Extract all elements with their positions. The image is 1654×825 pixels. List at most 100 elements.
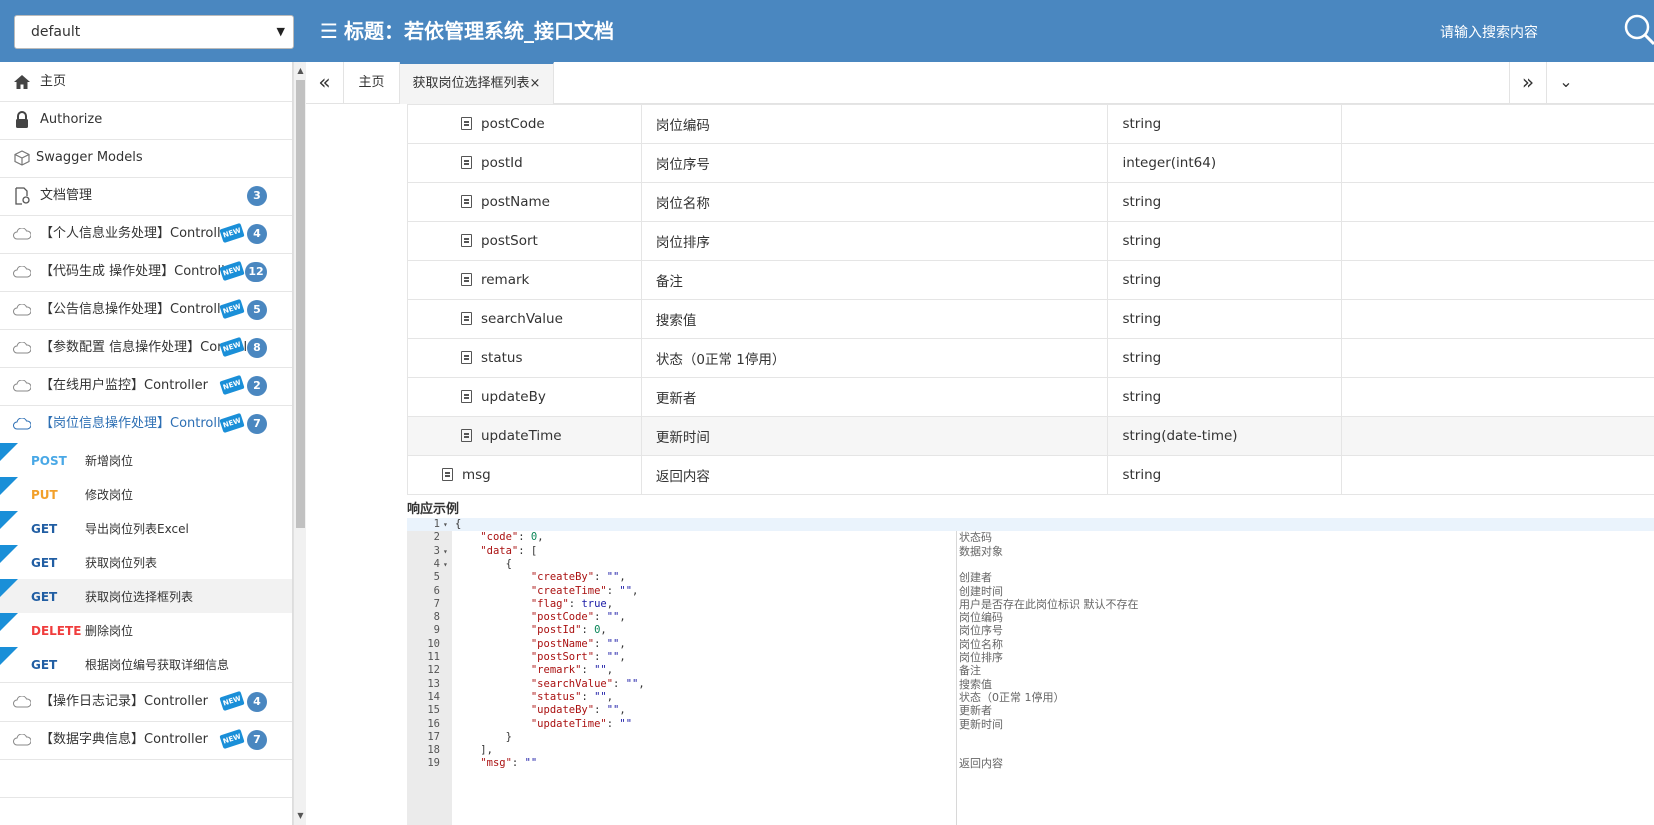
sidebar-item-partial[interactable] bbox=[0, 758, 292, 798]
new-corner bbox=[0, 511, 18, 529]
search-icon[interactable] bbox=[1622, 12, 1654, 46]
sidebar-item-controller[interactable]: 【参数配置 信息操作处理】Controller NEW 8 bbox=[0, 328, 292, 368]
new-corner bbox=[0, 647, 18, 665]
api-item-selected[interactable]: GET 获取岗位选择框列表 bbox=[0, 579, 292, 615]
code-comment: 备注 bbox=[959, 664, 981, 678]
param-type: string bbox=[1107, 104, 1343, 144]
code-comment: 更新者 bbox=[959, 704, 992, 718]
code-comment: 更新时间 bbox=[959, 717, 1003, 731]
table-row: postId 岗位序号 integer(int64) bbox=[407, 143, 1654, 183]
param-name: searchValue bbox=[481, 311, 563, 327]
count-badge: 7 bbox=[247, 414, 267, 434]
api-item[interactable]: PUT 修改岗位 bbox=[0, 477, 292, 513]
sidebar: 主页 Authorize Swagger Models 文档管理 3 【个人信息… bbox=[0, 62, 293, 825]
param-type: string bbox=[1107, 377, 1343, 417]
table-row: postName 岗位名称 string bbox=[407, 182, 1654, 222]
param-desc: 岗位名称 bbox=[640, 182, 1109, 222]
table-row: updateTime 更新时间 string(date-time) bbox=[407, 416, 1654, 456]
param-desc: 状态（0正常 1停用） bbox=[640, 338, 1109, 378]
sidebar-item-controller[interactable]: 【代码生成 操作处理】Controller NEW 12 bbox=[0, 252, 292, 292]
sidebar-item-label: 【个人信息业务处理】Controller bbox=[40, 226, 234, 241]
param-type: integer(int64) bbox=[1107, 143, 1343, 183]
lock-icon bbox=[12, 111, 32, 129]
tab-home[interactable]: 主页 bbox=[344, 62, 400, 104]
tab-menu-icon[interactable]: ⌄ bbox=[1547, 62, 1585, 104]
tab-label: 获取岗位选择框列表 bbox=[412, 76, 530, 91]
api-item[interactable]: DELETE 删除岗位 bbox=[0, 613, 292, 649]
sidebar-item-controller-active[interactable]: 【岗位信息操作处理】Controller NEW 7 bbox=[0, 404, 292, 444]
code-comment: 状态（0正常 1停用） bbox=[959, 690, 1065, 704]
api-desc: 获取岗位列表 bbox=[85, 556, 158, 570]
sidebar-item-label: 【数据字典信息】Controller bbox=[40, 732, 208, 747]
doc-icon bbox=[461, 312, 472, 325]
code-comment: 状态码 bbox=[959, 531, 992, 545]
param-type: string bbox=[1107, 221, 1343, 261]
sidebar-item-controller[interactable]: 【数据字典信息】Controller NEW 7 bbox=[0, 720, 292, 760]
menu-toggle-icon[interactable]: ☰ bbox=[320, 21, 338, 41]
scrollbar-thumb[interactable] bbox=[296, 80, 305, 528]
tab-current[interactable]: 获取岗位选择框列表× bbox=[400, 62, 554, 104]
search-input[interactable]: 请输入搜索内容 bbox=[1440, 24, 1538, 42]
code-viewer[interactable]: 1 ▾{ 2 "code": 0, 状态码 3 ▾ "data": [数据对象 4 ▾ … bbox=[407, 518, 1654, 825]
api-item[interactable]: GET 导出岗位列表Excel bbox=[0, 511, 292, 547]
count-badge: 3 bbox=[247, 186, 267, 206]
sidebar-item-controller[interactable]: 【操作日志记录】Controller NEW 4 bbox=[0, 682, 292, 722]
param-desc: 岗位编码 bbox=[640, 104, 1109, 144]
param-name: postSort bbox=[481, 233, 538, 249]
cube-icon bbox=[12, 149, 32, 167]
api-desc: 获取岗位选择框列表 bbox=[85, 590, 194, 604]
tab-scroll-right-icon[interactable]: » bbox=[1509, 62, 1547, 104]
sidebar-item-label: Authorize bbox=[40, 112, 103, 127]
param-name: status bbox=[481, 350, 523, 366]
count-badge: 8 bbox=[247, 338, 267, 358]
sidebar-scrollbar[interactable]: ▲ ▼ bbox=[293, 62, 306, 825]
sidebar-item-controller[interactable]: 【公告信息操作处理】Controller NEW 5 bbox=[0, 290, 292, 330]
api-desc: 新增岗位 bbox=[85, 454, 134, 468]
code-comment: 用户是否存在此岗位标识 默认不存在 bbox=[959, 597, 1139, 611]
api-desc: 导出岗位列表Excel bbox=[85, 522, 189, 536]
param-type: string bbox=[1107, 182, 1343, 222]
table-row: status 状态（0正常 1停用） string bbox=[407, 338, 1654, 378]
param-name: msg bbox=[462, 467, 491, 483]
new-corner bbox=[0, 613, 18, 631]
new-corner bbox=[0, 579, 18, 597]
sidebar-item-swagger-models[interactable]: Swagger Models bbox=[0, 138, 292, 178]
param-name: postName bbox=[481, 194, 550, 210]
sidebar-item-label: 【操作日志记录】Controller bbox=[40, 694, 208, 709]
api-item[interactable]: POST 新增岗位 bbox=[0, 443, 292, 479]
http-method: GET bbox=[31, 590, 58, 604]
sidebar-item-doc-manage[interactable]: 文档管理 3 bbox=[0, 176, 292, 216]
code-comment: 岗位序号 bbox=[959, 624, 1003, 638]
code-comment: 岗位名称 bbox=[959, 637, 1003, 651]
page-title: 标题：若依管理系统_接口文档 bbox=[344, 19, 614, 43]
cloud-icon bbox=[12, 301, 32, 319]
sidebar-item-label: 【参数配置 信息操作处理】Controller bbox=[40, 340, 248, 355]
code-comment: 搜索值 bbox=[959, 677, 992, 691]
count-badge: 12 bbox=[245, 262, 267, 282]
api-item[interactable]: GET 根据岗位编号获取详细信息 bbox=[0, 647, 292, 683]
code-comment: 数据对象 bbox=[959, 544, 1003, 558]
close-icon[interactable]: × bbox=[530, 76, 541, 91]
count-badge: 4 bbox=[247, 692, 267, 712]
doc-icon bbox=[461, 156, 472, 169]
count-badge: 7 bbox=[247, 730, 267, 750]
api-item[interactable]: GET 获取岗位列表 bbox=[0, 545, 292, 581]
sidebar-item-controller[interactable]: 【在线用户监控】Controller NEW 2 bbox=[0, 366, 292, 406]
chevron-down-icon: ▼ bbox=[276, 25, 285, 38]
doc-icon bbox=[461, 429, 472, 442]
sidebar-item-label: Swagger Models bbox=[36, 150, 143, 165]
code-comment: 创建者 bbox=[959, 571, 992, 585]
api-desc: 根据岗位编号获取详细信息 bbox=[85, 658, 230, 672]
new-tag: NEW bbox=[219, 374, 245, 396]
sidebar-item-home[interactable]: 主页 bbox=[0, 62, 292, 102]
response-params-table: postCode 岗位编码 string postId 岗位序号 integer… bbox=[407, 104, 1654, 495]
count-badge: 4 bbox=[247, 224, 267, 244]
group-select[interactable]: default ▼ bbox=[14, 15, 294, 49]
sidebar-item-authorize[interactable]: Authorize bbox=[0, 100, 292, 140]
sidebar-item-controller[interactable]: 【个人信息业务处理】Controller NEW 4 bbox=[0, 214, 292, 254]
param-type: string bbox=[1107, 455, 1343, 495]
param-desc: 更新者 bbox=[640, 377, 1109, 417]
count-badge: 2 bbox=[247, 376, 267, 396]
tab-scroll-left-icon[interactable]: « bbox=[306, 62, 344, 104]
new-tag: NEW bbox=[219, 690, 245, 712]
